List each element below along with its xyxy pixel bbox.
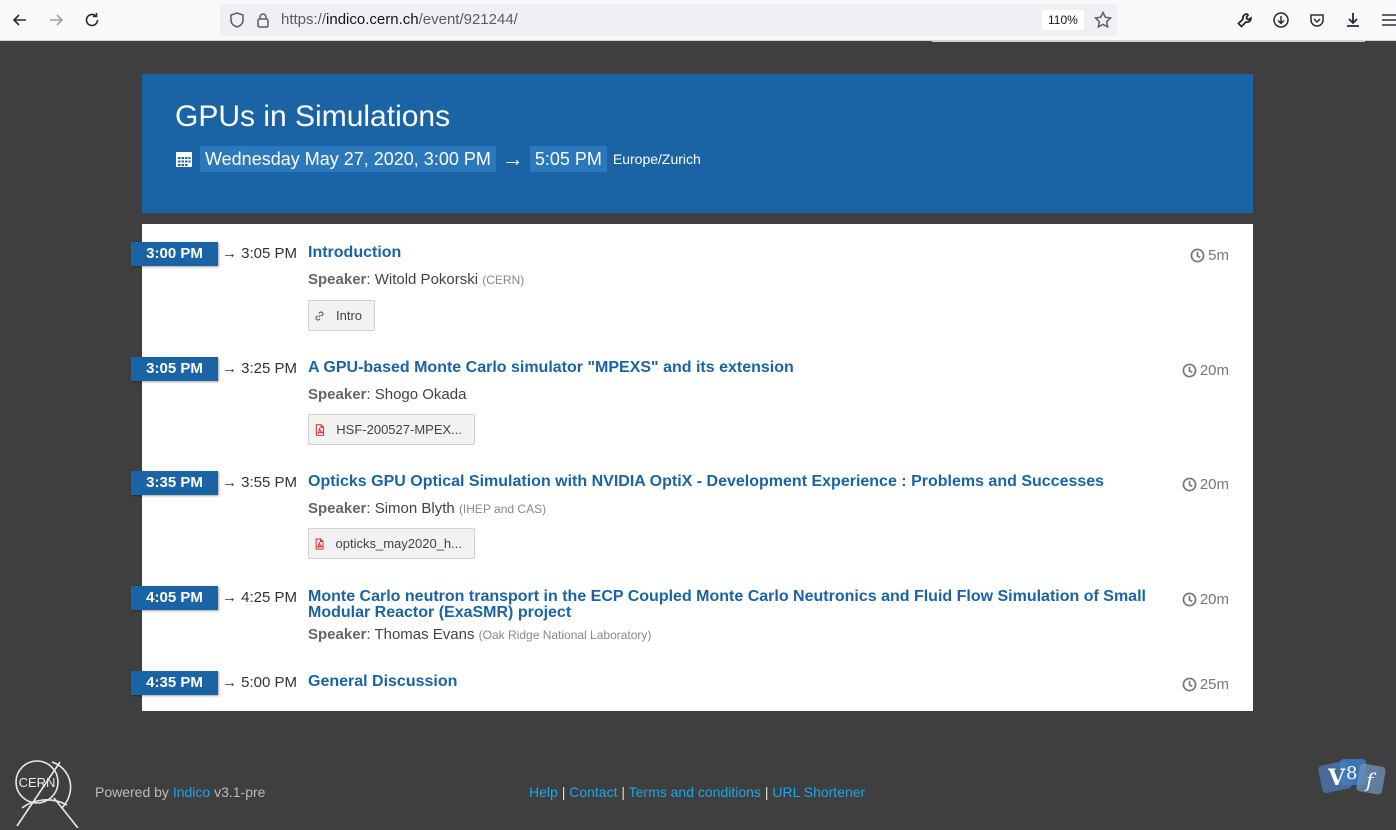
clock-icon [1182,592,1197,607]
entry-duration: 20m [1182,362,1229,379]
lock-icon[interactable] [254,11,272,29]
svg-text:8: 8 [1346,763,1357,784]
entry-title-link[interactable]: Opticks GPU Optical Simulation with NVID… [308,474,1168,490]
speaker-name: Simon Blyth [374,500,455,517]
clock-icon [1182,677,1197,692]
indico-link[interactable]: Indico [173,784,210,800]
entry-end-time: → 3:55 PM [222,474,298,491]
url-prefix: https:// [281,11,327,28]
entry-start-time: 3:00 PM [131,242,218,266]
contact-link[interactable]: Contact [569,784,617,800]
entry-title-link[interactable]: A GPU-based Monte Carlo simulator "MPEXS… [308,360,1168,376]
entry-title-link[interactable]: Monte Carlo neutron transport in the ECP… [308,589,1168,621]
help-link[interactable]: Help [529,784,558,800]
footer-separator: | [621,784,625,800]
event-timezone: Europe/Zurich [612,151,701,167]
entry-speaker: Speaker: Simon Blyth (IHEP and CAS) [308,500,547,517]
cern-logo[interactable]: CERN [12,756,82,828]
entry-title-link[interactable]: Introduction [308,245,1168,261]
speaker-name: Witold Pokorski [374,271,479,288]
entry-start-time: 3:05 PM [131,357,218,381]
back-icon[interactable] [8,8,32,32]
entry-duration: 20m [1182,476,1229,493]
speaker-affiliation: (CERN) [482,273,525,287]
event-title: GPUs in Simulations [175,100,451,133]
entry-end-time: → 3:05 PM [222,245,298,262]
powered-prefix: Powered by [95,784,169,800]
corner-logo-icon: V 8 f [1318,759,1386,795]
menu-icon[interactable] [1377,8,1396,32]
indico-version: v3.1-pre [214,784,266,800]
entry-duration-value: 25m [1199,676,1229,693]
entry-speaker: Speaker: Witold Pokorski (CERN) [308,271,525,288]
link-icon [315,310,324,321]
clock-icon [1190,248,1205,263]
entry-start-time: 3:35 PM [131,471,218,495]
url-shortener-link[interactable]: URL Shortener [772,784,865,800]
speaker-affiliation: (IHEP and CAS) [458,502,547,516]
material-label: Intro [335,308,362,323]
entry-duration-value: 20m [1199,591,1229,608]
pocket-icon[interactable] [1305,8,1329,32]
pdf-icon [315,538,324,549]
entry-duration: 5m [1190,247,1229,264]
entry-end-time: → 4:25 PM [222,589,298,606]
bookmark-star-icon[interactable] [1093,10,1113,30]
powered-by: Powered by Indico v3.1-pre [95,784,265,800]
timetable: 3:00 PM → 3:05 PM Introduction 5m Speake… [131,224,1253,711]
material-button[interactable]: Intro [308,300,375,331]
downloads-icon[interactable] [1341,8,1365,32]
speaker-label: Speaker [308,386,367,403]
entry-duration-value: 20m [1199,362,1229,379]
material-button[interactable]: opticks_may2020_h... [308,528,475,559]
event-start-date: Wednesday May 27, 2020, 3:00 PM [200,146,496,172]
url-domain: indico.cern.ch [326,11,419,28]
event-end-time: 5:05 PM [529,146,607,172]
speaker-label: Speaker [308,626,367,643]
event-date: Wednesday May 27, 2020, 3:00 PM → 5:05 P… [175,146,701,172]
pdf-icon [315,423,325,436]
entry-duration: 20m [1182,591,1229,608]
speaker-name: Thomas Evans [374,626,475,643]
wrench-icon[interactable] [1233,8,1257,32]
calendar-icon [176,152,192,167]
zoom-badge[interactable]: 110% [1042,10,1084,30]
svg-text:V: V [1327,765,1346,791]
event-header: GPUs in Simulations Wednesday May 27, 20… [142,74,1253,213]
url-text[interactable]: https://indico.cern.ch/event/921244/ [281,11,518,28]
date-arrow: → [501,146,524,171]
cern-logo-text: CERN [19,775,56,790]
entry-speaker: Speaker: Shogo Okada [308,386,467,403]
speaker-label: Speaker [308,500,367,517]
download-circle-icon[interactable] [1269,8,1293,32]
material-label: HSF-200527-MPEX... [336,422,462,437]
tab-strip [932,40,1365,42]
shield-icon[interactable] [228,11,246,29]
footer-separator: | [561,784,566,800]
material-label: opticks_may2020_h... [335,536,462,551]
entry-start-time: 4:05 PM [131,586,218,610]
clock-icon [1182,363,1197,378]
url-path: /event/921244/ [418,11,518,28]
entry-duration: 25m [1182,676,1229,693]
speaker-affiliation: (Oak Ridge National Laboratory) [478,628,652,642]
entry-start-time: 4:35 PM [131,671,218,695]
entry-duration-value: 5m [1208,247,1229,264]
clock-icon [1182,477,1197,492]
material-button[interactable]: HSF-200527-MPEX... [308,414,475,445]
browser-toolbar: https://indico.cern.ch/event/921244/ 110… [0,0,1396,42]
entry-speaker: Speaker: Thomas Evans (Oak Ridge Nationa… [308,626,652,643]
url-bar[interactable]: https://indico.cern.ch/event/921244/ 110… [220,4,1118,36]
entry-end-time: → 5:00 PM [222,674,298,691]
terms-link[interactable]: Terms and conditions [629,784,761,800]
reload-icon[interactable] [80,8,104,32]
speaker-name: Shogo Okada [374,386,467,403]
entry-duration-value: 20m [1199,476,1229,493]
entry-title-link[interactable]: General Discussion [308,674,1168,690]
footer-links: Help | Contact | Terms and conditions | … [529,784,865,800]
speaker-label: Speaker [308,271,367,288]
forward-icon[interactable] [44,8,68,32]
entry-end-time: → 3:25 PM [222,360,298,377]
footer-separator: | [764,784,769,800]
